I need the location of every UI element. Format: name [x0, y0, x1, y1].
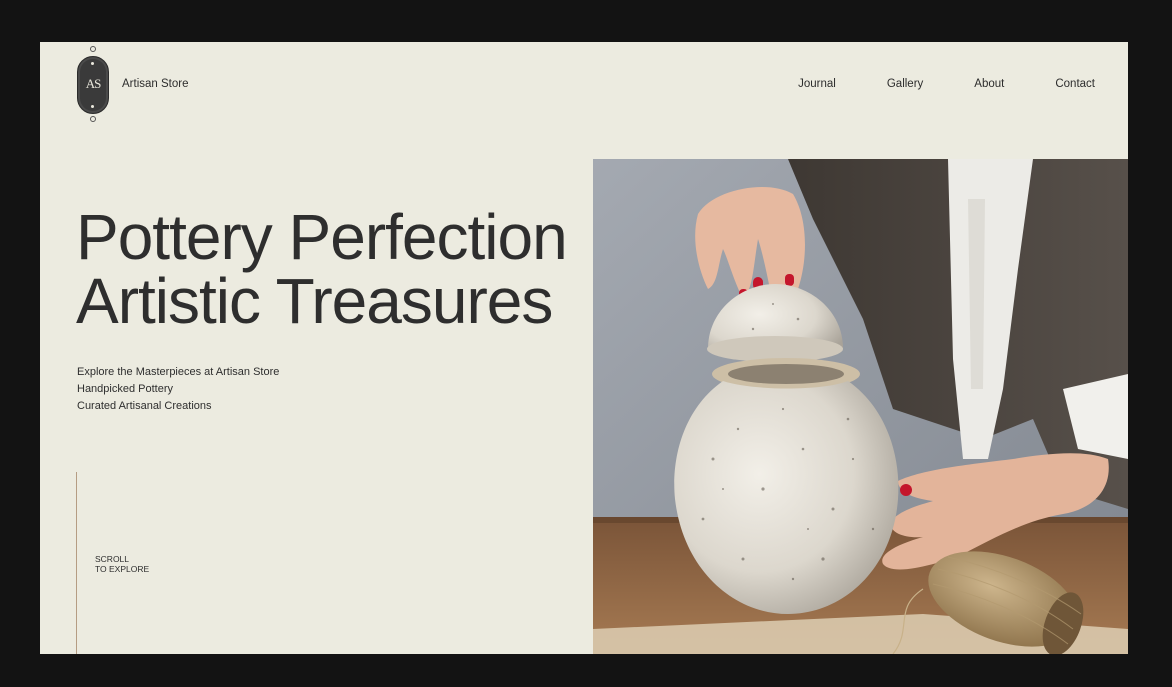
hero-title: Pottery Perfection Artistic Treasures [76, 201, 568, 337]
logo-ornament-top [90, 46, 96, 52]
hero-title-line-2: Artistic Treasures [76, 265, 553, 337]
scroll-indicator-line [76, 472, 77, 654]
logo-badge: AS [77, 56, 109, 114]
hero-title-line-1: Pottery Perfection [76, 201, 568, 273]
hero-image [593, 159, 1128, 654]
scroll-label-line-2: TO EXPLORE [95, 564, 150, 574]
hero-subtext-line: Curated Artisanal Creations [77, 400, 212, 412]
nav-link-journal[interactable]: Journal [798, 78, 836, 90]
brand-name[interactable]: Artisan Store [122, 78, 188, 90]
logo-ornament-bottom [90, 116, 96, 122]
logo[interactable]: AS [76, 46, 110, 122]
scroll-label-line-1: SCROLL [95, 554, 130, 564]
landing-page: AS Artisan Store Journal Gallery About C… [40, 42, 1128, 654]
scroll-to-explore[interactable]: SCROLL TO EXPLORE [95, 554, 149, 574]
hero-subtext: Explore the Masterpieces at Artisan Stor… [77, 364, 279, 415]
nav-link-contact[interactable]: Contact [1055, 78, 1095, 90]
logo-monogram: AS [85, 76, 102, 91]
nav-link-about[interactable]: About [974, 78, 1004, 90]
hero-subtext-line: Explore the Masterpieces at Artisan Stor… [77, 366, 280, 378]
hero-subtext-line: Handpicked Pottery [77, 383, 173, 395]
main-nav: Journal Gallery About Contact [747, 78, 1095, 90]
nav-link-gallery[interactable]: Gallery [887, 78, 923, 90]
